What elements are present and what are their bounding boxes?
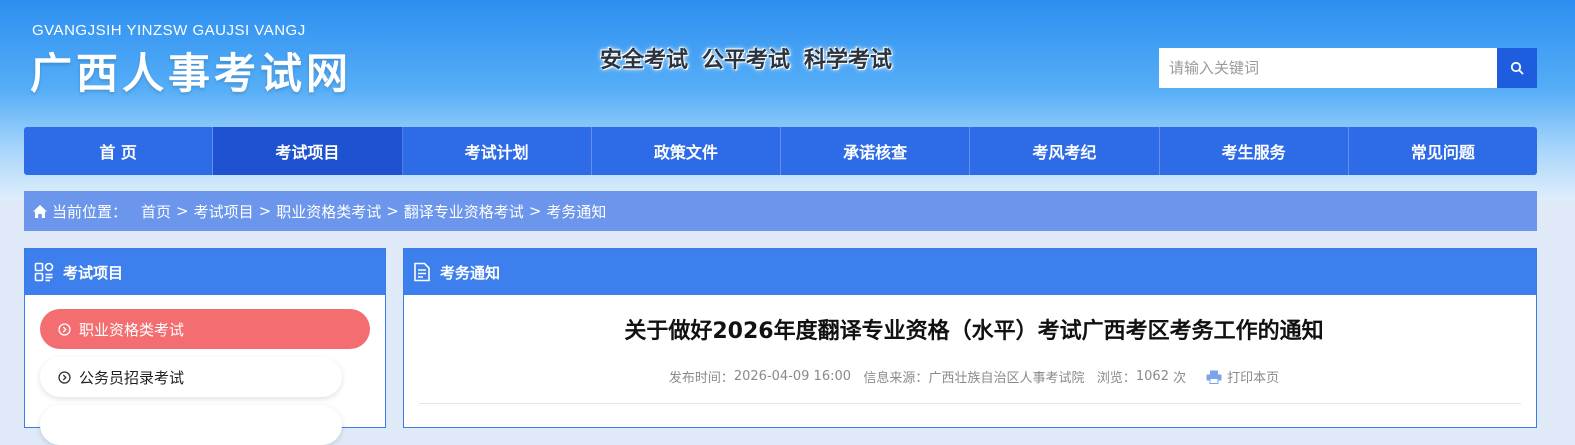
search-button[interactable]: [1497, 48, 1537, 88]
sidebar-header: 考试项目: [25, 249, 385, 295]
circle-arrow-icon: [58, 322, 71, 336]
site-logo[interactable]: 广西人事考试网: [30, 40, 352, 101]
slogan-item: 安全考试: [600, 48, 689, 73]
sidebar-item-label: 职业资格类考试: [79, 320, 185, 339]
circle-arrow-icon: [58, 370, 71, 384]
divider: [419, 403, 1521, 404]
document-icon: [413, 262, 431, 282]
views-unit: 次: [1173, 371, 1187, 386]
nav-item-exam-discipline[interactable]: 考风考纪: [970, 127, 1160, 175]
article-title: 关于做好2026年度翻译专业资格（水平）考试广西考区考务工作的通知: [624, 319, 1324, 344]
breadcrumb: 当前位置： 首页 > 考试项目 > 职业资格类考试 > 翻译专业资格考试 > 考…: [24, 191, 1537, 231]
print-label: 打印本页: [1227, 371, 1280, 386]
breadcrumb-separator: >: [528, 202, 542, 220]
breadcrumb-current[interactable]: 考务通知: [546, 201, 606, 222]
nav-item-commitment-check[interactable]: 承诺核查: [781, 127, 971, 175]
breadcrumb-label: 当前位置：: [52, 202, 128, 221]
publish-time: 2026-04-09 16:00: [733, 369, 852, 384]
grid-icon: [34, 262, 54, 282]
sidebar: 考试项目 职业资格类考试 公务员招录考试: [24, 248, 386, 445]
slogan-item: 科学考试: [804, 48, 893, 73]
search-input[interactable]: [1159, 48, 1497, 88]
breadcrumb-link[interactable]: 考试项目: [194, 201, 254, 222]
home-icon: [32, 204, 48, 219]
search-icon: [1510, 61, 1524, 75]
nav-item-policy[interactable]: 政策文件: [592, 127, 781, 175]
breadcrumb-separator: >: [176, 202, 189, 220]
printer-icon: [1206, 370, 1222, 384]
breadcrumb-separator: >: [258, 202, 272, 220]
main-panel: 考务通知 关于做好2026年度翻译专业资格（水平）考试广西考区考务工作的通知 发…: [403, 248, 1537, 428]
nav-item-exam-plan[interactable]: 考试计划: [403, 127, 592, 175]
main-nav: 首 页 考试项目 考试计划 政策文件 承诺核查 考风考纪 考生服务 常见问题: [24, 127, 1537, 175]
article-meta: 发布时间： 2026-04-09 16:00 信息来源： 广西壮族自治区人事考试…: [404, 367, 1536, 386]
search-box: [1159, 48, 1537, 88]
breadcrumb-link[interactable]: 首页: [141, 201, 171, 222]
sidebar-title: 考试项目: [63, 263, 124, 282]
sidebar-item-next[interactable]: [40, 405, 342, 445]
source-value: 广西壮族自治区人事考试院: [928, 371, 1085, 386]
slogan: 安全考试 公平考试 科学考试: [600, 42, 892, 74]
print-button[interactable]: 打印本页: [1206, 367, 1279, 386]
breadcrumb-separator: >: [386, 202, 399, 220]
main-panel-header: 考务通知: [404, 249, 1536, 295]
views-label: 浏览：: [1096, 371, 1136, 386]
sidebar-item-label: 公务员招录考试: [79, 368, 185, 387]
nav-item-faq[interactable]: 常见问题: [1349, 127, 1537, 175]
nav-item-candidate-service[interactable]: 考生服务: [1160, 127, 1349, 175]
publish-label: 发布时间：: [668, 371, 734, 386]
nav-item-exam-projects[interactable]: 考试项目: [213, 127, 403, 175]
breadcrumb-link[interactable]: 翻译专业资格考试: [404, 201, 524, 222]
sidebar-list: 职业资格类考试 公务员招录考试: [25, 295, 385, 445]
source-label: 信息来源：: [863, 371, 929, 386]
nav-item-home[interactable]: 首 页: [24, 127, 214, 175]
logo-pinyin: GVANGJSIH YINZSW GAUJSI VANGJ: [32, 22, 306, 39]
main-panel-title: 考务通知: [440, 263, 501, 282]
sidebar-item-civil-service[interactable]: 公务员招录考试: [40, 357, 342, 397]
sidebar-item-professional-qualification[interactable]: 职业资格类考试: [40, 309, 370, 349]
breadcrumb-link[interactable]: 职业资格类考试: [276, 201, 381, 222]
slogan-item: 公平考试: [702, 48, 791, 73]
views-count: 1062: [1135, 369, 1169, 384]
